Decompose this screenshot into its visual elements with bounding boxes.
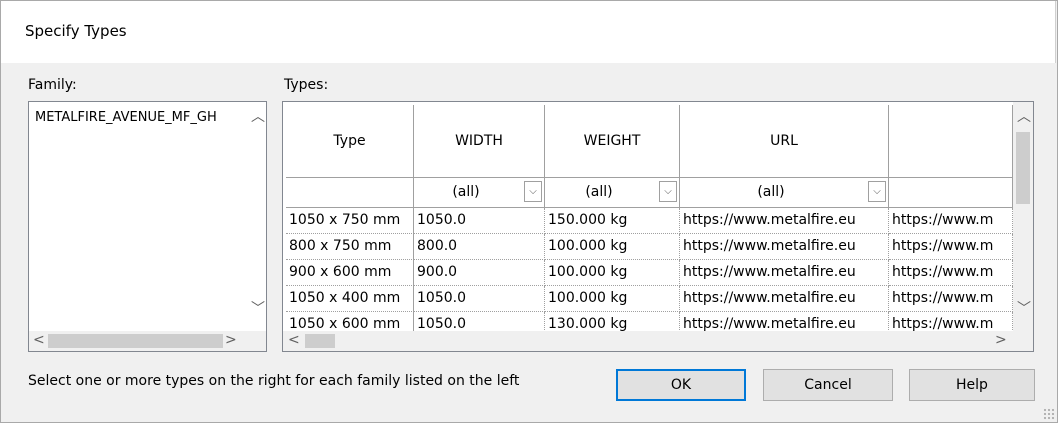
- cell-width[interactable]: 1050.0: [414, 286, 545, 312]
- scroll-down-icon[interactable]: ﹀: [1017, 302, 1031, 316]
- cell-extra[interactable]: https://www.m: [889, 208, 1013, 234]
- filter-url[interactable]: (all) ⌵: [680, 178, 889, 208]
- scroll-up-icon[interactable]: ︿: [1017, 110, 1031, 124]
- cell-url[interactable]: https://www.metalfire.eu: [680, 234, 889, 260]
- scroll-right-icon[interactable]: >: [225, 333, 237, 347]
- cell-extra[interactable]: https://www.m: [889, 234, 1013, 260]
- filter-weight[interactable]: (all) ⌵: [545, 178, 680, 208]
- scroll-left-icon[interactable]: <: [288, 333, 300, 347]
- cell-extra[interactable]: https://www.m: [889, 286, 1013, 312]
- types-hscroll-thumb[interactable]: [305, 334, 335, 348]
- scroll-up-icon[interactable]: ︿: [251, 110, 265, 124]
- cell-type[interactable]: 1050 x 400 mm: [286, 286, 414, 312]
- cell-weight[interactable]: 100.000 kg: [545, 260, 680, 286]
- column-header-weight[interactable]: WEIGHT: [545, 105, 680, 178]
- cell-weight[interactable]: 100.000 kg: [545, 286, 680, 312]
- family-horizontal-scrollbar[interactable]: < >: [29, 331, 266, 351]
- cancel-button[interactable]: Cancel: [763, 369, 893, 401]
- filter-width[interactable]: (all) ⌵: [414, 178, 545, 208]
- chevron-down-icon[interactable]: ⌵: [868, 181, 886, 202]
- types-grid[interactable]: Type WIDTH WEIGHT URL (all) ⌵ (all) ⌵ (a…: [282, 101, 1034, 352]
- filter-weight-value: (all): [585, 184, 613, 200]
- dialog-title: Specify Types: [25, 22, 127, 40]
- family-label: Family:: [28, 77, 77, 93]
- chevron-down-icon[interactable]: ⌵: [659, 181, 677, 202]
- cell-width[interactable]: 800.0: [414, 234, 545, 260]
- help-button[interactable]: Help: [909, 369, 1035, 401]
- cell-url[interactable]: https://www.metalfire.eu: [680, 208, 889, 234]
- filter-url-value: (all): [757, 184, 785, 200]
- cell-type[interactable]: 900 x 600 mm: [286, 260, 414, 286]
- dialog-title-bar: Specify Types: [0, 0, 1056, 63]
- cell-weight[interactable]: 150.000 kg: [545, 208, 680, 234]
- cell-width[interactable]: 1050.0: [414, 208, 545, 234]
- cell-type[interactable]: 800 x 750 mm: [286, 234, 414, 260]
- filter-width-value: (all): [452, 184, 480, 200]
- column-header-width[interactable]: WIDTH: [414, 105, 545, 178]
- family-listbox[interactable]: METALFIRE_AVENUE_MF_GH ︿ ﹀ < >: [28, 101, 267, 352]
- family-hscroll-thumb[interactable]: [48, 334, 223, 348]
- cell-url[interactable]: https://www.metalfire.eu: [680, 286, 889, 312]
- types-vertical-scrollbar[interactable]: ︿ ﹀: [1013, 102, 1033, 331]
- cell-weight[interactable]: 100.000 kg: [545, 234, 680, 260]
- family-list-item[interactable]: METALFIRE_AVENUE_MF_GH: [35, 110, 243, 125]
- column-header-type[interactable]: Type: [286, 105, 414, 178]
- types-horizontal-scrollbar[interactable]: < >: [283, 331, 1033, 351]
- filter-cell-type: [286, 178, 414, 208]
- resize-grip-icon[interactable]: [1043, 408, 1055, 420]
- cell-type[interactable]: 1050 x 750 mm: [286, 208, 414, 234]
- scroll-right-icon[interactable]: >: [995, 333, 1007, 347]
- instruction-text: Select one or more types on the right fo…: [28, 373, 520, 389]
- cell-url[interactable]: https://www.metalfire.eu: [680, 260, 889, 286]
- scroll-down-icon[interactable]: ﹀: [251, 302, 265, 316]
- ok-button[interactable]: OK: [616, 369, 746, 401]
- scroll-left-icon[interactable]: <: [33, 333, 45, 347]
- types-label: Types:: [284, 77, 329, 93]
- cell-width[interactable]: 900.0: [414, 260, 545, 286]
- family-vertical-scrollbar[interactable]: ︿ ﹀: [246, 102, 266, 331]
- chevron-down-icon[interactable]: ⌵: [524, 181, 542, 202]
- column-header-url[interactable]: URL: [680, 105, 889, 178]
- filter-cell-extra: [889, 178, 1013, 208]
- cell-extra[interactable]: https://www.m: [889, 260, 1013, 286]
- types-vscroll-thumb[interactable]: [1016, 132, 1030, 204]
- column-header-extra[interactable]: [889, 105, 1013, 178]
